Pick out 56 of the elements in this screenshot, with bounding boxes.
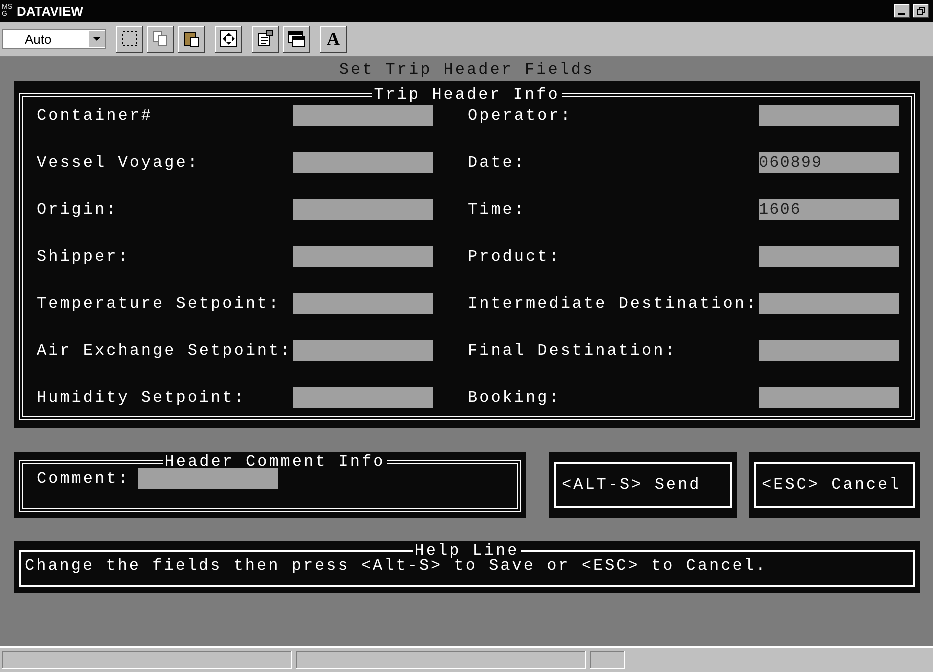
input-field[interactable] [293, 340, 433, 361]
field-label: Container# [37, 106, 154, 124]
fit-button[interactable] [215, 26, 242, 52]
field-label: Air Exchange Setpoint: [37, 342, 293, 360]
input-field[interactable] [293, 152, 433, 173]
properties-button[interactable] [252, 26, 279, 52]
input-field[interactable] [759, 340, 899, 361]
field-label: Intermediate Destination: [468, 294, 759, 312]
zoom-select[interactable]: Auto [2, 29, 106, 49]
field-label: Operator: [468, 106, 574, 124]
input-field[interactable] [759, 246, 899, 267]
field-label: Final Destination: [468, 342, 678, 360]
paste-button[interactable] [178, 26, 205, 52]
restore-icon [916, 6, 926, 16]
input-field[interactable] [759, 105, 899, 126]
help-text: Change the fields then press <Alt-S> to Save or <ESC> to Cancel. [25, 557, 768, 575]
copy-button[interactable] [147, 26, 174, 52]
frame-legend: Help Line [412, 545, 522, 557]
input-field[interactable]: 060899 [759, 152, 899, 173]
window-button[interactable] [283, 26, 310, 52]
field-label: Booking: [468, 388, 562, 406]
window-title: DATAVIEW [17, 4, 84, 18]
field-label: Date: [468, 154, 528, 172]
font-button[interactable]: A [320, 26, 347, 52]
form-title: Set Trip Header Fields [339, 60, 595, 81]
input-field[interactable] [293, 105, 433, 126]
copy-icon [152, 30, 170, 48]
paste-icon [182, 30, 200, 48]
window-icon [288, 30, 306, 48]
minimize-button[interactable] [894, 4, 910, 18]
comment-field[interactable] [138, 468, 278, 489]
select-tool-button[interactable] [116, 26, 143, 52]
arrows-icon [220, 30, 238, 48]
input-field[interactable] [293, 387, 433, 408]
field-label: Shipper: [37, 248, 131, 266]
field-label: Origin: [37, 200, 120, 218]
field-label: Product: [468, 248, 562, 266]
frame-legend: Trip Header Info [372, 89, 562, 101]
input-field[interactable] [293, 199, 433, 220]
field-label: Temperature Setpoint: [37, 294, 282, 312]
caret-icon [89, 31, 105, 47]
dashed-rectangle-icon [120, 30, 138, 48]
cancel-button[interactable]: <ESC> Cancel [754, 462, 915, 508]
field-label: Comment: [37, 470, 130, 488]
document-icon [256, 30, 274, 48]
input-field[interactable] [293, 293, 433, 314]
input-field[interactable]: 1606 [759, 199, 899, 220]
input-field[interactable] [759, 293, 899, 314]
frame-legend: Header Comment Info [162, 456, 388, 468]
field-label: Vessel Voyage: [37, 154, 200, 172]
input-field[interactable] [293, 246, 433, 267]
field-label: Time: [468, 200, 528, 218]
restore-button[interactable] [913, 4, 929, 18]
input-field[interactable] [759, 387, 899, 408]
send-button[interactable]: <ALT-S> Send [554, 462, 732, 508]
field-label: Humidity Setpoint: [37, 388, 247, 406]
